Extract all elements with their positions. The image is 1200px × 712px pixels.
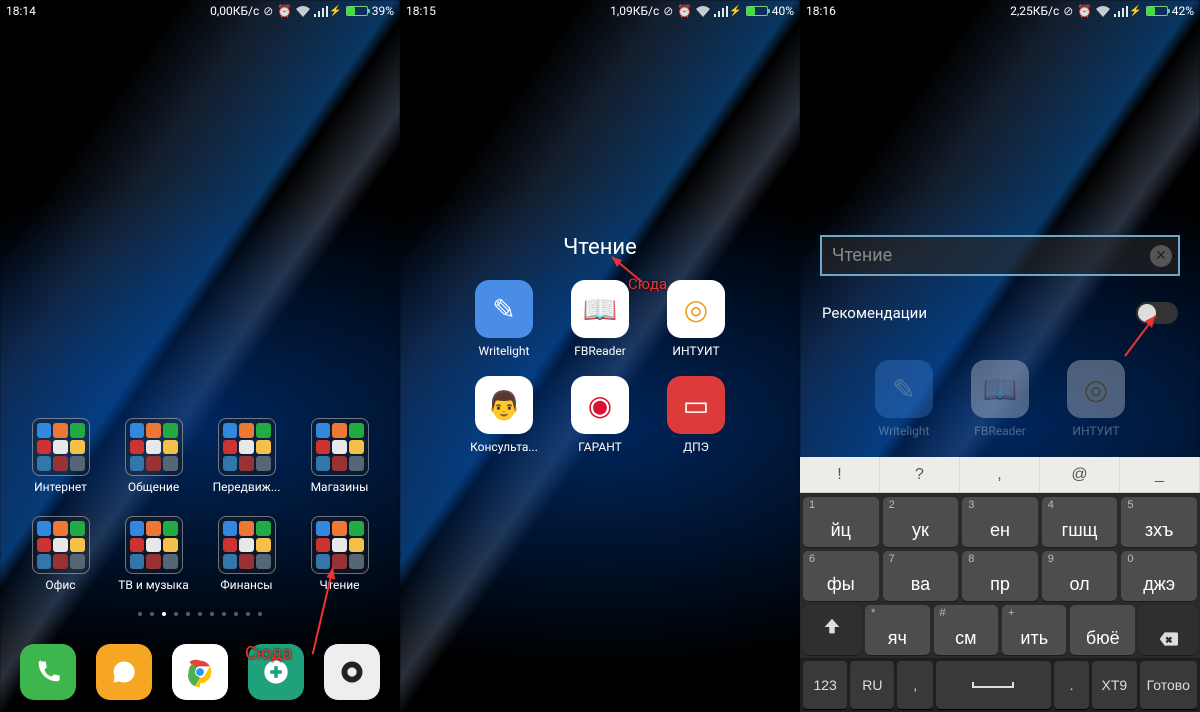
dnd-icon: ⊘ [663, 4, 673, 18]
folder-name-input-wrap: ✕ [820, 235, 1180, 276]
key[interactable]: 7ва [883, 551, 959, 601]
status-time: 18:16 [806, 4, 836, 18]
charging-icon: ⚡ [729, 6, 741, 17]
key[interactable]: #см [934, 605, 998, 655]
alarm-icon: ⏰ [1077, 4, 1092, 18]
folder-shops[interactable]: Магазины [293, 418, 386, 494]
key[interactable]: 9ол [1042, 551, 1118, 601]
key-comma[interactable]: , [897, 661, 932, 709]
dimmed-apps: ✎Writelight 📖FBReader ◎ИНТУИТ [800, 360, 1200, 438]
callout-1: Сюда [245, 643, 292, 664]
keyboard-suggestion-row: ! ? , @ _ [800, 457, 1200, 493]
key[interactable]: 6фы [803, 551, 879, 601]
wifi-icon [696, 6, 710, 17]
rename-panel: ✕ Рекомендации [800, 235, 1200, 324]
key[interactable]: 5зхъ [1121, 497, 1197, 547]
net-speed: 2,25КБ/с [1010, 4, 1059, 18]
charging-icon: ⚡ [329, 6, 341, 17]
status-time: 18:15 [406, 4, 436, 18]
key[interactable]: +ить [1002, 605, 1066, 655]
clear-input-button[interactable]: ✕ [1150, 245, 1172, 267]
folder-grid: Интернет Общение Передвиж... Магазины Оф… [0, 418, 400, 592]
key[interactable]: *яч [865, 605, 929, 655]
app-chat[interactable] [96, 644, 152, 700]
app-chrome[interactable] [172, 644, 228, 700]
key[interactable]: 3ен [962, 497, 1038, 547]
status-bar: 18:16 2,25КБ/с ⊘ ⏰ ⚡ 42% [800, 0, 1200, 22]
battery-icon [1146, 6, 1168, 16]
dnd-icon: ⊘ [1063, 4, 1073, 18]
screen-rename: 18:16 2,25КБ/с ⊘ ⏰ ⚡ 42% ✕ Рекомендации [800, 0, 1200, 712]
battery-pct: 40% [772, 4, 794, 18]
key-xt9[interactable]: XT9 [1092, 661, 1136, 709]
key-lang[interactable]: RU [850, 661, 894, 709]
net-speed: 0,00КБ/с [210, 4, 259, 18]
wifi-icon [1096, 6, 1110, 17]
sym-key[interactable]: _ [1120, 457, 1200, 492]
battery-icon [346, 6, 368, 16]
screen-folder: 18:15 1,09КБ/с ⊘ ⏰ ⚡ 40% Чтение ✎ Writel… [400, 0, 800, 712]
battery-pct: 39% [372, 4, 394, 18]
alarm-icon: ⏰ [277, 4, 292, 18]
folder-finance[interactable]: Финансы [200, 516, 293, 592]
status-bar: 18:15 1,09КБ/с ⊘ ⏰ ⚡ 40% [400, 0, 800, 22]
folder-social[interactable]: Общение [107, 418, 200, 494]
key[interactable]: бюё [1070, 605, 1134, 655]
wallpaper [0, 0, 400, 712]
sym-key[interactable]: ! [800, 457, 880, 492]
status-time: 18:14 [6, 4, 36, 18]
folder-name-input[interactable] [822, 237, 1178, 274]
app-consultant[interactable]: 👨 Консульта... [456, 376, 552, 454]
wifi-icon [296, 6, 310, 17]
key[interactable]: 4гшщ [1042, 497, 1118, 547]
key[interactable]: 8пр [962, 551, 1038, 601]
app-phone[interactable] [20, 644, 76, 700]
key-shift[interactable] [803, 605, 861, 655]
folder-internet[interactable]: Интернет [14, 418, 107, 494]
signal-icon [314, 6, 328, 17]
sym-key[interactable]: @ [1040, 457, 1120, 492]
status-bar: 18:14 0,00КБ/с ⊘ ⏰ ⚡ 39% [0, 0, 400, 22]
key-done[interactable]: Готово [1140, 661, 1198, 709]
battery-pct: 42% [1172, 4, 1194, 18]
key[interactable]: 0джэ [1121, 551, 1197, 601]
key-mode[interactable]: 123 [803, 661, 847, 709]
app-writelight[interactable]: ✎ Writelight [456, 280, 552, 358]
key-period[interactable]: . [1054, 661, 1089, 709]
folder-media[interactable]: ТВ и музыка [107, 516, 200, 592]
signal-icon [1114, 6, 1128, 17]
key-space[interactable] [936, 661, 1051, 709]
charging-icon: ⚡ [1129, 6, 1141, 17]
folder-transport[interactable]: Передвиж... [200, 418, 293, 494]
key[interactable]: 1йц [803, 497, 879, 547]
sym-key[interactable]: ? [880, 457, 960, 492]
key-backspace[interactable] [1139, 605, 1197, 655]
screen-home: 18:14 0,00КБ/с ⊘ ⏰ ⚡ 39% Интернет Общени… [0, 0, 400, 712]
sym-key[interactable]: , [960, 457, 1040, 492]
recommendations-label: Рекомендации [822, 304, 927, 322]
battery-icon [746, 6, 768, 16]
net-speed: 1,09КБ/с [610, 4, 659, 18]
keyboard: ! ? , @ _ 1йц 2ук 3ен 4гшщ 5зхъ 6фы 7ва … [800, 457, 1200, 712]
signal-icon [714, 6, 728, 17]
folder-reading[interactable]: Чтение [293, 516, 386, 592]
folder-office[interactable]: Офис [14, 516, 107, 592]
key[interactable]: 2ук [883, 497, 959, 547]
alarm-icon: ⏰ [677, 4, 692, 18]
dnd-icon: ⊘ [263, 4, 273, 18]
